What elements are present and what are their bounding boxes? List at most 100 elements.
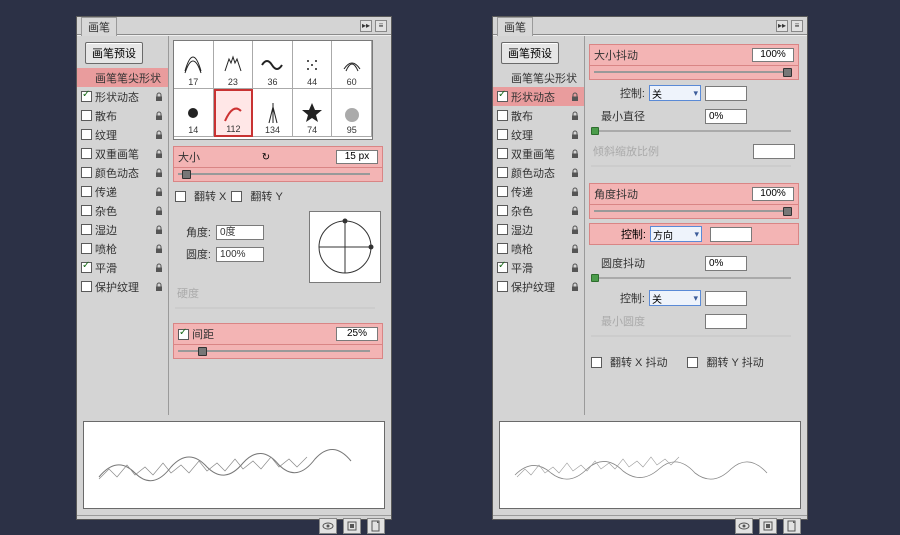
lock-icon[interactable] bbox=[570, 111, 580, 121]
round-control-value[interactable] bbox=[705, 291, 747, 306]
lock-icon[interactable] bbox=[154, 225, 164, 235]
sidebar-item-1[interactable]: 形状动态 bbox=[77, 87, 168, 106]
sidebar-checkbox[interactable] bbox=[497, 129, 508, 140]
sidebar-checkbox[interactable] bbox=[497, 224, 508, 235]
sidebar-checkbox[interactable] bbox=[497, 262, 508, 273]
sidebar-checkbox[interactable] bbox=[497, 91, 508, 102]
lock-icon[interactable] bbox=[154, 263, 164, 273]
sidebar-checkbox[interactable] bbox=[497, 186, 508, 197]
angle-control-value[interactable] bbox=[710, 227, 752, 242]
sidebar-item-6[interactable]: 传递 bbox=[77, 182, 168, 201]
spacing-slider[interactable] bbox=[173, 345, 383, 359]
brush-thumb-grid[interactable]: 1723364460 141121347495 bbox=[173, 40, 373, 140]
sidebar-checkbox[interactable] bbox=[497, 281, 508, 292]
lock-icon[interactable] bbox=[154, 187, 164, 197]
collapse-icon[interactable]: ▸▸ bbox=[776, 20, 788, 32]
menu-icon[interactable]: ≡ bbox=[791, 20, 803, 32]
sidebar-item-6[interactable]: 传递 bbox=[493, 182, 584, 201]
sidebar-item-2[interactable]: 散布 bbox=[493, 106, 584, 125]
sidebar-item-8[interactable]: 湿边 bbox=[77, 220, 168, 239]
sidebar-item-10[interactable]: 平滑 bbox=[77, 258, 168, 277]
sidebar-checkbox[interactable] bbox=[497, 110, 508, 121]
sidebar-item-5[interactable]: 颜色动态 bbox=[77, 163, 168, 182]
min-diameter-value[interactable]: 0% bbox=[705, 109, 747, 124]
lock-icon[interactable] bbox=[154, 244, 164, 254]
lock-icon[interactable] bbox=[570, 187, 580, 197]
size-control-value[interactable] bbox=[705, 86, 747, 101]
brush-thumb[interactable]: 36 bbox=[253, 41, 293, 89]
lock-icon[interactable] bbox=[570, 263, 580, 273]
lock-icon[interactable] bbox=[154, 130, 164, 140]
sidebar-item-0[interactable]: 画笔笔尖形状 bbox=[493, 68, 584, 87]
sidebar-checkbox[interactable] bbox=[81, 243, 92, 254]
lock-icon[interactable] bbox=[154, 149, 164, 159]
lock-icon[interactable] bbox=[570, 92, 580, 102]
lock-icon[interactable] bbox=[154, 111, 164, 121]
lock-icon[interactable] bbox=[154, 282, 164, 292]
brush-thumb[interactable]: 44 bbox=[293, 41, 333, 89]
spacing-checkbox[interactable] bbox=[178, 329, 189, 340]
flipx-jitter-checkbox[interactable] bbox=[591, 357, 602, 368]
sidebar-item-9[interactable]: 喷枪 bbox=[493, 239, 584, 258]
brush-thumb[interactable]: 17 bbox=[174, 41, 214, 89]
reset-size-icon[interactable]: ↻ bbox=[262, 152, 270, 163]
sidebar-checkbox[interactable] bbox=[81, 129, 92, 140]
sidebar-item-11[interactable]: 保护纹理 bbox=[77, 277, 168, 296]
size-control-dropdown[interactable]: 关▾ bbox=[649, 85, 701, 101]
sidebar-item-2[interactable]: 散布 bbox=[77, 106, 168, 125]
lock-icon[interactable] bbox=[154, 92, 164, 102]
brush-preset-button[interactable]: 画笔预设 bbox=[501, 42, 559, 64]
toggle-preview-icon[interactable] bbox=[319, 518, 337, 534]
size-value[interactable]: 15 px bbox=[336, 150, 378, 164]
angle-picker[interactable] bbox=[309, 211, 381, 283]
sidebar-checkbox[interactable] bbox=[497, 148, 508, 159]
new-icon[interactable] bbox=[759, 518, 777, 534]
sidebar-item-4[interactable]: 双重画笔 bbox=[77, 144, 168, 163]
sidebar-item-3[interactable]: 纹理 bbox=[493, 125, 584, 144]
sidebar-item-3[interactable]: 纹理 bbox=[77, 125, 168, 144]
lock-icon[interactable] bbox=[154, 206, 164, 216]
panel-title[interactable]: 画笔 bbox=[497, 17, 533, 36]
lock-icon[interactable] bbox=[570, 130, 580, 140]
size-jitter-slider[interactable] bbox=[589, 66, 799, 80]
lock-icon[interactable] bbox=[570, 282, 580, 292]
sidebar-item-5[interactable]: 颜色动态 bbox=[493, 163, 584, 182]
brush-thumb[interactable]: 74 bbox=[293, 89, 333, 137]
new-icon[interactable] bbox=[343, 518, 361, 534]
brush-thumb[interactable]: 112 bbox=[214, 89, 254, 137]
sidebar-item-7[interactable]: 杂色 bbox=[77, 201, 168, 220]
roundness-value[interactable]: 100% bbox=[216, 247, 264, 262]
sidebar-item-11[interactable]: 保护纹理 bbox=[493, 277, 584, 296]
lock-icon[interactable] bbox=[570, 168, 580, 178]
size-slider[interactable] bbox=[173, 168, 383, 182]
lock-icon[interactable] bbox=[570, 244, 580, 254]
sidebar-checkbox[interactable] bbox=[81, 205, 92, 216]
flipy-jitter-checkbox[interactable] bbox=[687, 357, 698, 368]
brush-thumb[interactable]: 95 bbox=[332, 89, 372, 137]
lock-icon[interactable] bbox=[570, 225, 580, 235]
toggle-preview-icon[interactable] bbox=[735, 518, 753, 534]
brush-thumb[interactable]: 23 bbox=[214, 41, 254, 89]
flipx-checkbox[interactable] bbox=[175, 191, 186, 202]
angle-value[interactable]: 0度 bbox=[216, 225, 264, 240]
sidebar-checkbox[interactable] bbox=[81, 110, 92, 121]
document-icon[interactable] bbox=[783, 518, 801, 534]
sidebar-item-9[interactable]: 喷枪 bbox=[77, 239, 168, 258]
size-jitter-value[interactable]: 100% bbox=[752, 48, 794, 62]
brush-thumb[interactable]: 14 bbox=[174, 89, 214, 137]
sidebar-item-8[interactable]: 湿边 bbox=[493, 220, 584, 239]
round-control-dropdown[interactable]: 关▾ bbox=[649, 290, 701, 306]
lock-icon[interactable] bbox=[154, 168, 164, 178]
round-jitter-value[interactable]: 0% bbox=[705, 256, 747, 271]
sidebar-checkbox[interactable] bbox=[81, 186, 92, 197]
angle-jitter-value[interactable]: 100% bbox=[752, 187, 794, 201]
sidebar-checkbox[interactable] bbox=[81, 281, 92, 292]
document-icon[interactable] bbox=[367, 518, 385, 534]
brush-preset-button[interactable]: 画笔预设 bbox=[85, 42, 143, 64]
sidebar-item-0[interactable]: 画笔笔尖形状 bbox=[77, 68, 168, 87]
min-diameter-slider[interactable] bbox=[589, 126, 799, 138]
sidebar-item-10[interactable]: 平滑 bbox=[493, 258, 584, 277]
sidebar-item-1[interactable]: 形状动态 bbox=[493, 87, 584, 106]
sidebar-checkbox[interactable] bbox=[497, 205, 508, 216]
menu-icon[interactable]: ≡ bbox=[375, 20, 387, 32]
